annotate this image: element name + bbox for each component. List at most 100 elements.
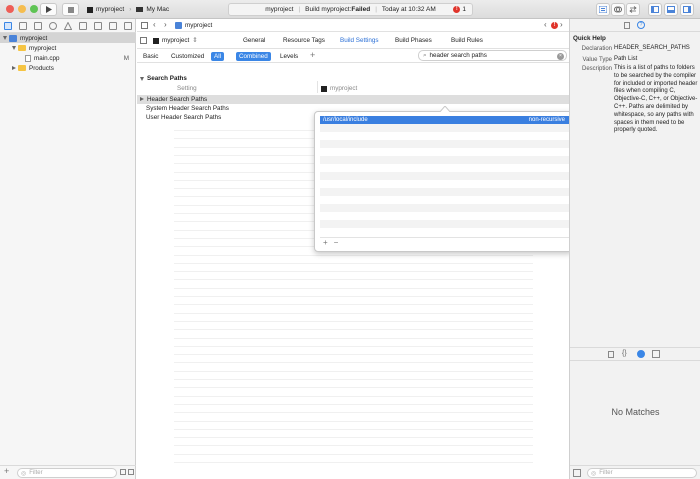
breakpoint-navigator-icon[interactable] xyxy=(109,22,117,30)
assistant-editor-button[interactable] xyxy=(611,3,625,16)
run-button[interactable] xyxy=(40,3,57,16)
related-items-icon[interactable] xyxy=(141,22,148,29)
find-navigator-icon[interactable] xyxy=(49,22,57,30)
empty-path-row xyxy=(320,124,570,132)
search-icon: ⌕ xyxy=(423,51,427,59)
path-value[interactable]: /usr/local/include xyxy=(323,117,368,123)
recursive-mode[interactable]: non-recursive xyxy=(529,117,565,123)
standard-editor-button[interactable] xyxy=(596,3,610,16)
target-selector[interactable]: myproject ⇕ xyxy=(153,37,198,44)
library-footer: ◎ Filter xyxy=(570,465,700,479)
empty-path-row xyxy=(320,180,570,188)
close-window-button[interactable] xyxy=(6,5,14,13)
navigator-filter-field[interactable]: ◎ Filter xyxy=(17,468,117,478)
remove-path-button[interactable]: − xyxy=(334,238,339,247)
empty-row-line xyxy=(174,403,533,405)
zoom-window-button[interactable] xyxy=(30,5,38,13)
sidebar-toggle-icon[interactable] xyxy=(140,37,147,44)
description-label: Description xyxy=(581,66,612,72)
tab-build-rules[interactable]: Build Rules xyxy=(451,37,483,44)
empty-row-line xyxy=(174,271,533,273)
project-icon xyxy=(175,22,182,29)
folder-navigator-icon[interactable] xyxy=(4,22,12,30)
filter-levels[interactable]: Levels xyxy=(277,52,301,61)
library-tabs: {} xyxy=(570,347,700,361)
scheme-selector[interactable]: myproject › My Mac xyxy=(87,3,169,16)
test-navigator-icon[interactable] xyxy=(79,22,87,30)
add-icon[interactable]: + xyxy=(4,466,9,476)
filter-basic[interactable]: Basic xyxy=(140,52,161,61)
empty-row-line xyxy=(174,387,533,389)
debug-toggle-button[interactable] xyxy=(664,3,678,16)
empty-path-row xyxy=(320,148,570,156)
back-arrow-icon[interactable]: ‹ xyxy=(153,20,156,29)
navigator-toggle-button[interactable] xyxy=(648,3,662,16)
arrows-icon xyxy=(629,6,637,13)
tree-item-label: Products xyxy=(29,64,54,72)
empty-row-line xyxy=(174,312,533,314)
version-editor-button[interactable] xyxy=(626,3,640,16)
scheme-target-label: myproject xyxy=(96,6,125,13)
section-search-paths[interactable]: Search Paths xyxy=(137,74,569,83)
next-issue-icon[interactable]: › xyxy=(560,20,563,29)
object-library-icon[interactable] xyxy=(637,350,645,358)
file-template-icon[interactable] xyxy=(608,351,614,358)
media-library-icon[interactable] xyxy=(652,350,660,358)
setting-row-header-search-paths[interactable]: Header Search Paths xyxy=(137,95,569,104)
inspector-toggle-button[interactable] xyxy=(680,3,694,16)
filter-customized[interactable]: Customized xyxy=(168,52,207,61)
inspector-toggle-icon xyxy=(683,6,691,13)
filter-combined[interactable]: Combined xyxy=(236,52,271,61)
tree-item-file[interactable]: main.cpp M xyxy=(0,53,136,63)
source-control-icon[interactable] xyxy=(19,22,27,30)
tab-build-settings[interactable]: Build Settings xyxy=(340,37,379,44)
code-snippet-icon[interactable]: {} xyxy=(622,350,627,357)
filter-placeholder: Filter xyxy=(29,470,43,476)
previous-issue-icon[interactable]: ‹ xyxy=(544,20,547,29)
recent-files-icon[interactable] xyxy=(120,469,126,475)
empty-row-line xyxy=(174,296,533,297)
quick-help-icon[interactable]: ? xyxy=(637,21,645,29)
forward-arrow-icon[interactable]: › xyxy=(164,20,167,29)
error-badge[interactable]: ! 1 xyxy=(453,6,466,13)
empty-row-line xyxy=(174,345,533,347)
library-filter-field[interactable]: ◎ Filter xyxy=(587,468,697,478)
quick-help-title: Quick Help xyxy=(573,35,606,42)
target-icon xyxy=(153,37,159,44)
tree-item-products[interactable]: Products xyxy=(0,63,136,73)
declaration-label: Declaration xyxy=(581,46,612,52)
clear-search-icon[interactable]: × xyxy=(557,52,564,60)
source-control-filter-icon[interactable] xyxy=(128,469,134,475)
project-icon xyxy=(9,34,17,42)
issue-navigator-icon[interactable] xyxy=(64,22,72,30)
empty-path-row xyxy=(320,156,570,164)
path-row[interactable]: /usr/local/include non-recursive xyxy=(320,116,570,124)
setting-name: System Header Search Paths xyxy=(146,104,229,112)
empty-row-line xyxy=(174,412,533,414)
minimize-window-button[interactable] xyxy=(18,5,26,13)
disclosure-open-icon xyxy=(12,46,16,50)
status-divider: | xyxy=(298,6,301,13)
tab-build-phases[interactable]: Build Phases xyxy=(395,37,432,44)
disclosure-open-icon xyxy=(3,36,7,40)
symbol-navigator-icon[interactable] xyxy=(34,22,42,30)
empty-path-row xyxy=(320,220,570,228)
grid-view-icon[interactable] xyxy=(573,469,581,477)
status-time: Today at 10:32 AM xyxy=(381,6,436,13)
filter-all[interactable]: All xyxy=(211,52,224,61)
tree-item-project[interactable]: myproject xyxy=(0,33,136,43)
file-inspector-icon[interactable] xyxy=(624,22,630,29)
stop-button[interactable] xyxy=(62,3,79,16)
add-path-button[interactable]: + xyxy=(323,238,328,247)
tab-resource-tags[interactable]: Resource Tags xyxy=(283,37,325,44)
report-navigator-icon[interactable] xyxy=(124,22,132,30)
debug-navigator-icon[interactable] xyxy=(94,22,102,30)
jump-bar-project[interactable]: myproject xyxy=(185,22,212,29)
jump-bar: ‹ › myproject ‹ ! › xyxy=(137,19,569,32)
inspector-tabs: ? xyxy=(570,19,700,32)
tree-item-group[interactable]: myproject xyxy=(0,43,136,53)
add-setting-icon[interactable]: + xyxy=(310,50,315,60)
build-settings-search[interactable]: ⌕ header search paths × xyxy=(418,50,567,61)
tab-general[interactable]: General xyxy=(243,37,265,44)
editor-tab-bar: myproject ⇕ General Resource Tags Build … xyxy=(137,32,569,49)
